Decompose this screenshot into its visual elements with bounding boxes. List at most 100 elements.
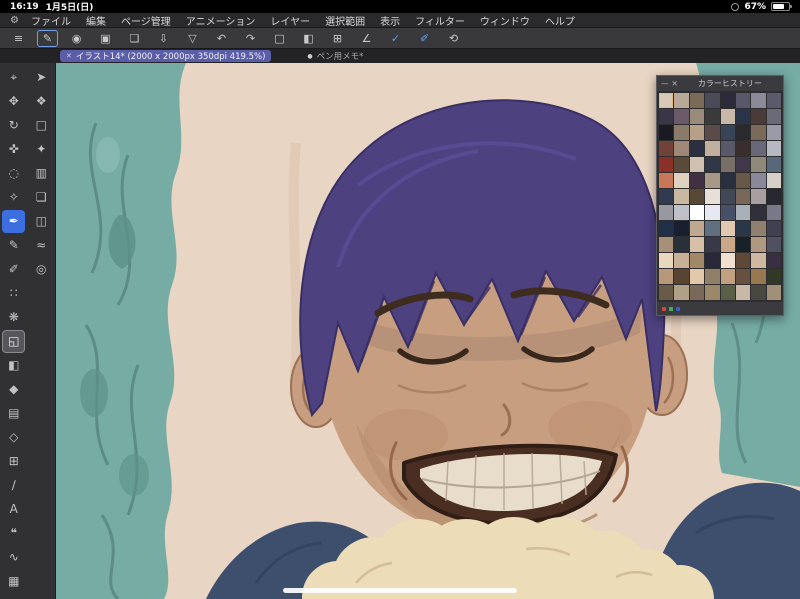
collapse-icon[interactable]: — — [661, 79, 669, 88]
palette-swatch[interactable] — [705, 173, 720, 188]
palette-swatch[interactable] — [766, 173, 781, 188]
palette-swatch[interactable] — [720, 237, 735, 252]
brush-tool[interactable]: ✐ — [2, 258, 25, 281]
auto-select-tool[interactable]: ✦ — [30, 138, 53, 161]
palette-swatch[interactable] — [735, 109, 751, 124]
loupe-tool[interactable]: ◎ — [30, 258, 53, 281]
palette-swatch[interactable] — [659, 157, 674, 172]
menu-animation[interactable]: アニメーション — [186, 13, 256, 28]
reset-rotation-icon[interactable]: ⟲ — [443, 30, 464, 47]
palette-swatch[interactable] — [689, 285, 705, 300]
palette-swatch[interactable] — [659, 205, 674, 220]
palette-swatch[interactable] — [735, 157, 751, 172]
palette-swatch[interactable] — [674, 93, 689, 108]
palette-swatch[interactable] — [720, 285, 735, 300]
palette-swatch[interactable] — [751, 109, 766, 124]
palette-swatch[interactable] — [720, 221, 735, 236]
zoom-tool[interactable]: ⌖ — [2, 66, 25, 89]
palette-swatch[interactable] — [705, 189, 720, 204]
palette-swatch[interactable] — [674, 237, 689, 252]
palette-swatch[interactable] — [689, 237, 705, 252]
palette-swatch[interactable] — [766, 125, 781, 140]
palette-swatch[interactable] — [735, 221, 751, 236]
app-menu-icon[interactable]: ⚙ — [10, 15, 19, 26]
palette-swatch[interactable] — [766, 285, 781, 300]
palette-swatch[interactable] — [735, 173, 751, 188]
palette-swatch[interactable] — [766, 189, 781, 204]
rotate-canvas-tool[interactable]: ↻ — [2, 114, 25, 137]
palette-swatch[interactable] — [766, 205, 781, 220]
palette-swatch[interactable] — [705, 205, 720, 220]
gradient-tool[interactable]: ▤ — [2, 402, 25, 425]
redo-icon[interactable]: ↷ — [240, 30, 261, 47]
palette-swatch[interactable] — [689, 109, 705, 124]
palette-swatch[interactable] — [751, 237, 766, 252]
palette-swatch[interactable] — [659, 189, 674, 204]
palette-swatch[interactable] — [674, 269, 689, 284]
palette-swatch[interactable] — [720, 189, 735, 204]
vector-snap-icon[interactable]: ✐ — [414, 30, 435, 47]
palette-swatch[interactable] — [720, 141, 735, 156]
object-tool[interactable]: ❖ — [30, 90, 53, 113]
palette-swatch[interactable] — [705, 141, 720, 156]
palette-swatch[interactable] — [751, 205, 766, 220]
undo-icon[interactable]: ↶ — [211, 30, 232, 47]
palette-swatch[interactable] — [659, 237, 674, 252]
palette-swatch[interactable] — [689, 205, 705, 220]
stabilizer-icon[interactable]: ✓ — [385, 30, 406, 47]
palette-swatch[interactable] — [735, 285, 751, 300]
menu-help[interactable]: ヘルプ — [545, 13, 575, 28]
pen-settings-icon[interactable]: ✎ — [37, 29, 58, 47]
hand-tool[interactable]: ✥ — [2, 90, 25, 113]
palette-swatch[interactable] — [705, 285, 720, 300]
palette-swatch[interactable] — [751, 269, 766, 284]
palette-swatch[interactable] — [720, 253, 735, 268]
palette-swatch[interactable] — [705, 109, 720, 124]
palette-swatch[interactable] — [659, 141, 674, 156]
palette-swatch[interactable] — [735, 269, 751, 284]
home-indicator-bar[interactable] — [283, 588, 517, 593]
operation-tool[interactable]: ➤ — [30, 66, 53, 89]
balloon-tool[interactable]: ❝ — [2, 522, 25, 545]
palette-swatch[interactable] — [751, 253, 766, 268]
pencil-tool[interactable]: ✎ — [2, 234, 25, 257]
fill-tool[interactable]: ◆ — [2, 378, 25, 401]
palette-swatch[interactable] — [674, 125, 689, 140]
menu-edit[interactable]: 編集 — [86, 13, 106, 28]
palette-swatch[interactable] — [659, 285, 674, 300]
decoration-tool[interactable]: ❋ — [2, 306, 25, 329]
palette-swatch[interactable] — [674, 285, 689, 300]
tab-illustration[interactable]: ✕ イラスト14* (2000 x 2000px 350dpi 419.5%) — [60, 50, 272, 62]
palette-swatch[interactable] — [720, 125, 735, 140]
palette-swatch[interactable] — [705, 221, 720, 236]
move-tool[interactable]: ✜ — [2, 138, 25, 161]
palette-swatch[interactable] — [659, 125, 674, 140]
menu-file[interactable]: ファイル — [31, 13, 71, 28]
palette-swatch[interactable] — [659, 221, 674, 236]
palette-swatch[interactable] — [659, 109, 674, 124]
snap-ruler-icon[interactable]: ∠ — [356, 30, 377, 47]
palette-swatch[interactable] — [720, 269, 735, 284]
correction-tool[interactable]: ≈ — [30, 234, 53, 257]
palette-swatch[interactable] — [689, 125, 705, 140]
main-menu-icon[interactable]: ≡ — [8, 30, 29, 47]
palette-swatch[interactable] — [705, 253, 720, 268]
palette-swatch[interactable] — [751, 189, 766, 204]
palette-swatch[interactable] — [751, 285, 766, 300]
grid-icon[interactable]: ⊞ — [327, 30, 348, 47]
lasso-select-tool[interactable]: ◌ — [2, 162, 25, 185]
palette-swatch[interactable] — [735, 141, 751, 156]
text-tool[interactable]: A — [2, 498, 25, 521]
selection-area-tool[interactable]: □ — [30, 114, 53, 137]
palette-swatch[interactable] — [735, 189, 751, 204]
add-page-icon[interactable]: ❏ — [124, 30, 145, 47]
ruler-tool[interactable]: ∕ — [2, 474, 25, 497]
palette-swatch[interactable] — [766, 221, 781, 236]
palette-swatch[interactable] — [705, 237, 720, 252]
palette-swatch[interactable] — [766, 253, 781, 268]
palette-swatch[interactable] — [674, 221, 689, 236]
palette-swatch[interactable] — [751, 141, 766, 156]
palette-swatch[interactable] — [735, 237, 751, 252]
palette-swatch[interactable] — [766, 157, 781, 172]
pattern-tool[interactable]: ▦ — [2, 570, 25, 593]
